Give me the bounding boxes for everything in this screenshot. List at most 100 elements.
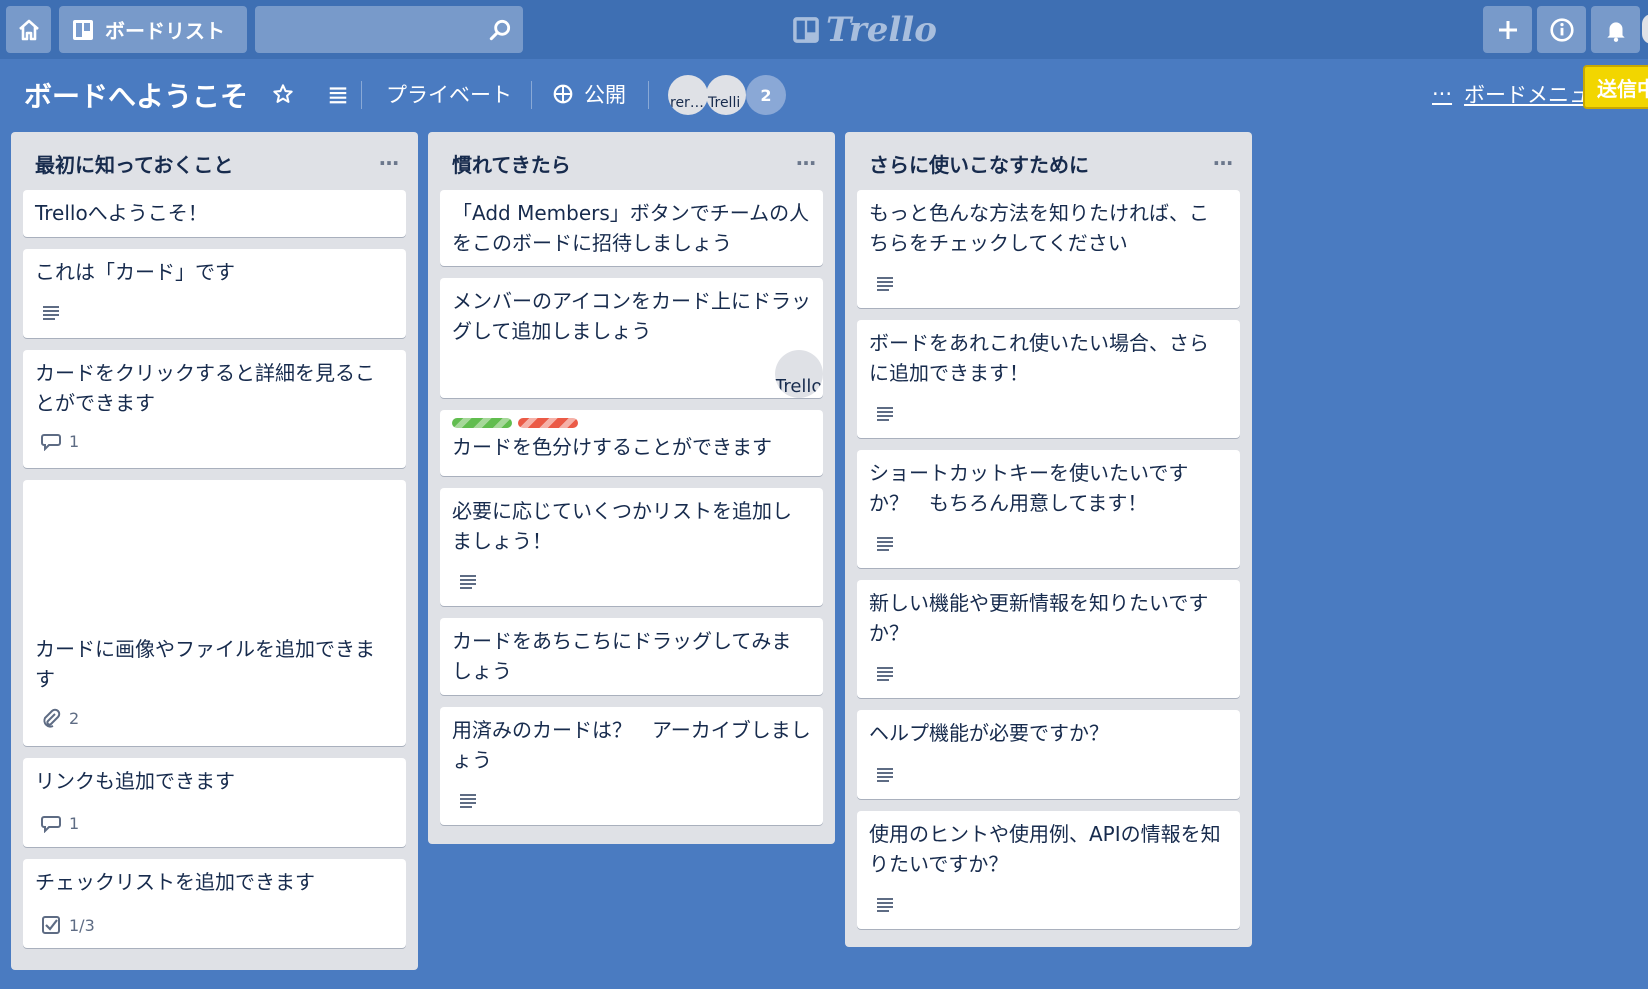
comments-badge: 1 [41,432,79,451]
more-dots-icon: ··· [1432,82,1453,106]
description-icon [460,575,476,589]
search-box[interactable] [255,6,523,53]
card[interactable]: ヘルプ機能が必要ですか？ [857,710,1240,799]
team-visibility-button[interactable]: プライベート [386,79,512,109]
card-title: ヘルプ機能が必要ですか？ [869,721,1109,745]
description-icon [877,407,893,421]
card[interactable]: ショートカットキーを使いたいですか？ もちろん用意してます！ [857,450,1240,568]
description-icon [877,768,893,782]
list-getting-familiar[interactable]: 慣れてきたら … 「Add Members」ボタンでチームの人をこのボードに招待… [428,132,835,844]
description-icon [877,277,893,291]
card[interactable]: 使用のヒントや使用例、APIの情報を知りたいですか？ [857,811,1240,929]
comment-count: 1 [69,432,80,451]
card-title: Trelloへようこそ！ [35,201,208,225]
card[interactable]: カードに画像やファイルを追加できます 2 [23,480,406,746]
card-title: 「Add Members」ボタンでチームの人をこのボードに招待しましょう [452,201,810,255]
search-icon[interactable] [487,17,513,43]
header-divider [361,81,362,109]
list-getting-started[interactable]: 最初に知っておくこと … Trelloへようこそ！ これは「カード」です カード… [11,132,418,970]
card-title: カードをあちこちにドラッグしてみましょう [452,629,792,683]
card[interactable]: リンクも追加できます 1 [23,758,406,847]
card[interactable]: メンバーのアイコンをカード上にドラッグして追加しましょう Trello [440,278,823,398]
card-title: 使用のヒントや使用例、APIの情報を知りたいですか？ [869,822,1221,876]
info-button[interactable] [1537,6,1586,53]
card[interactable]: 必要に応じていくつかリストを追加しましょう！ [440,488,823,606]
user-avatar[interactable] [1642,14,1648,44]
member-avatar[interactable]: rer… [668,75,708,115]
home-icon [18,19,39,40]
home-button[interactable] [6,6,51,53]
card-title: チェックリストを追加できます [35,870,315,894]
visibility-button[interactable]: 公開 [552,79,626,109]
sending-badge: 送信中 [1583,65,1648,109]
list-header: 慣れてきたら … [428,132,835,188]
card[interactable]: カードをあちこちにドラッグしてみましょう [440,618,823,695]
list-menu-icon[interactable]: … [1213,146,1234,170]
comments-badge: 1 [41,814,79,833]
card-member-avatar[interactable]: Trello [775,350,823,398]
card-title: 用済みのカードは？ アーカイブしましょう [452,718,811,772]
card[interactable]: 用済みのカードは？ アーカイブしましょう [440,707,823,825]
member-count-badge[interactable]: 2 [746,75,786,115]
globe-icon [553,84,573,104]
comment-icon [41,815,61,833]
attachments-badge: 2 [41,708,79,728]
star-icon[interactable] [272,83,294,105]
card-title: メンバーのアイコンをカード上にドラッグして追加しましょう [452,289,811,343]
description-icon [877,898,893,912]
list-header: さらに使いこなすために … [845,132,1252,188]
card[interactable]: 新しい機能や更新情報を知りたいですか？ [857,580,1240,698]
card[interactable]: ボードをあれこれ使いたい場合、さらに追加できます！ [857,320,1240,438]
member-avatar[interactable]: Trelli [706,75,746,115]
comment-icon [41,433,61,451]
visibility-label: 公開 [584,83,626,107]
list-menu-icon[interactable]: … [796,146,817,170]
trello-logo[interactable]: Trello [792,10,937,50]
card-title: もっと色んな方法を知りたければ、こちらをチェックしてください [869,201,1209,255]
checkbox-icon [42,916,60,934]
card[interactable]: これは「カード」です [23,249,406,338]
trello-logo-icon [793,17,819,43]
board-header: ボードへようこそ プライベート 公開 rer… Trelli 2 ··· ボード… [0,59,1648,131]
board-icon [73,19,93,40]
card[interactable]: 「Add Members」ボタンでチームの人をこのボードに招待しましょう [440,190,823,266]
list-title[interactable]: 最初に知っておくこと [35,149,233,178]
card-title: 新しい機能や更新情報を知りたいですか？ [869,591,1209,645]
card-title: 必要に応じていくつかリストを追加しましょう！ [452,499,792,553]
attachment-count: 2 [69,708,80,728]
list-menu-icon[interactable]: … [379,146,400,170]
bell-icon [1606,21,1625,42]
card[interactable]: カードを色分けすることができます [440,410,823,476]
card-title: リンクも追加できます [35,769,235,793]
search-input[interactable] [255,6,499,53]
plus-icon [1498,20,1517,39]
description-icon [460,794,476,808]
card[interactable]: チェックリストを追加できます 1/3 [23,859,406,948]
boards-button[interactable]: ボードリスト [59,6,247,53]
card[interactable]: もっと色んな方法を知りたければ、こちらをチェックしてください [857,190,1240,308]
header-divider [648,81,649,109]
card-title: カードをクリックすると詳細を見ることができます [35,361,375,415]
create-button[interactable] [1483,6,1532,53]
list-master-it[interactable]: さらに使いこなすために … もっと色んな方法を知りたければ、こちらをチェックして… [845,132,1252,947]
description-icon [877,537,893,551]
list-header: 最初に知っておくこと … [11,132,418,188]
header-divider [531,81,532,109]
info-icon [1549,17,1574,42]
comment-count: 1 [69,814,80,833]
list-title[interactable]: 慣れてきたら [452,149,571,178]
notifications-button[interactable] [1591,6,1640,53]
label-green[interactable] [452,418,512,428]
description-icon [43,306,59,320]
card-title: カードに画像やファイルを追加できます [35,637,375,691]
board-title[interactable]: ボードへようこそ [24,75,248,115]
boards-label: ボードリスト [105,19,225,43]
label-red[interactable] [518,418,578,428]
menu-lines-icon[interactable] [327,83,349,105]
card-title: ショートカットキーを使いたいですか？ もちろん用意してます！ [869,461,1189,515]
list-title[interactable]: さらに使いこなすために [869,149,1089,178]
card[interactable]: カードをクリックすると詳細を見ることができます 1 [23,350,406,468]
description-icon [877,667,893,681]
card[interactable]: Trelloへようこそ！ [23,190,406,237]
top-bar: ボードリスト Trello [0,0,1648,59]
